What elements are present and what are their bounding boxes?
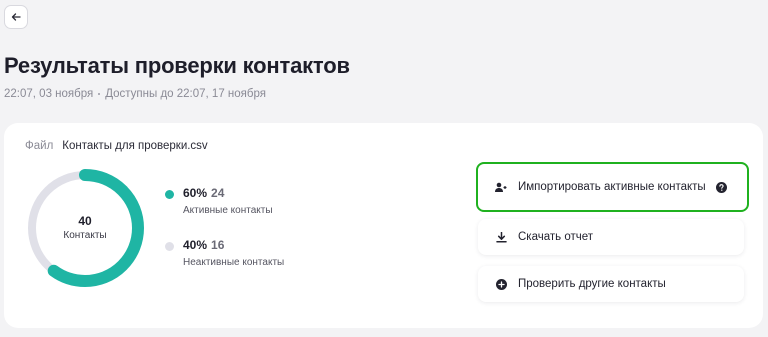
file-name: Контакты для проверки.csv — [62, 140, 208, 152]
total-caption: Контакты — [63, 230, 107, 241]
download-icon — [495, 231, 507, 243]
legend-active: 60% 24 Активные контакты — [165, 186, 273, 216]
help-circle-icon[interactable] — [715, 181, 727, 193]
back-button[interactable] — [4, 5, 28, 29]
separator-dot — [98, 93, 101, 95]
file-row: Файл Контакты для проверки.csv — [25, 140, 208, 152]
active-count: 24 — [211, 186, 225, 200]
created-time: 22:07, 03 ноября — [4, 88, 94, 100]
page-title: Результаты проверки контактов — [4, 53, 350, 78]
total-contacts: 40 — [78, 214, 92, 228]
check-other-label: Проверить другие контакты — [518, 278, 666, 290]
inactive-label: Неактивные контакты — [183, 257, 285, 268]
inactive-percent: 40% — [183, 238, 208, 252]
import-active-button[interactable]: Импортировать активные контакты — [476, 162, 749, 212]
download-label: Скачать отчет — [518, 231, 594, 243]
inactive-dot — [165, 242, 174, 251]
file-label: Файл — [25, 140, 54, 152]
page-subtitle: 22:07, 03 ноября Доступны до 22:07, 17 н… — [4, 88, 266, 100]
download-report-button[interactable]: Скачать отчет — [478, 219, 744, 255]
inactive-count: 16 — [211, 238, 225, 252]
donut-center: 40 Контакты — [25, 168, 145, 288]
active-label: Активные контакты — [183, 205, 273, 216]
legend-inactive: 40% 16 Неактивные контакты — [165, 238, 284, 268]
active-dot — [165, 190, 174, 199]
active-percent: 60% — [183, 186, 208, 200]
plus-circle-icon — [495, 278, 507, 290]
results-card: Файл Контакты для проверки.csv 40 Контак… — [4, 123, 763, 328]
available-until: Доступны до 22:07, 17 ноября — [105, 88, 266, 100]
arrow-left-icon — [11, 13, 21, 21]
check-other-button[interactable]: Проверить другие контакты — [478, 266, 744, 302]
add-user-icon — [495, 181, 507, 193]
import-label: Импортировать активные контакты — [518, 181, 706, 193]
